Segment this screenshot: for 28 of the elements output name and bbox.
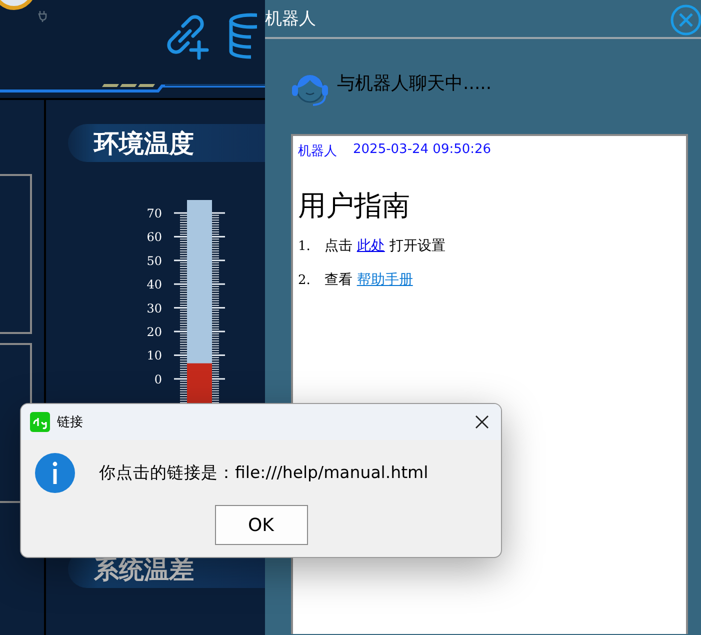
scale-label: 30 xyxy=(146,301,162,316)
text-link[interactable]: 帮助手册 xyxy=(356,272,413,288)
scale-label: 60 xyxy=(146,230,162,244)
window-title: 机器人 xyxy=(265,8,316,30)
scale-label: 70 xyxy=(146,206,162,220)
section-heading: 环境温度 xyxy=(68,124,265,162)
guide-heading: 用户指南 xyxy=(298,188,411,224)
ok-button[interactable]: OK xyxy=(214,505,308,545)
message-time: 2025-03-24 09:50:26 xyxy=(353,142,492,159)
scale-label: 20 xyxy=(146,325,162,339)
scale-label: 10 xyxy=(146,348,162,363)
info-icon xyxy=(35,453,75,493)
plug-icon xyxy=(38,10,48,22)
scale-label: 50 xyxy=(146,254,162,268)
dialog-title: 链接 xyxy=(57,414,84,431)
app-logo-icon xyxy=(30,412,50,432)
scale-label: 0 xyxy=(154,372,162,386)
scale-label: 40 xyxy=(146,278,162,292)
list-number: 1. xyxy=(298,239,310,254)
chat-status: 与机器人聊天中..... xyxy=(337,72,492,95)
list-item-text: 点击 此处 打开设置 xyxy=(324,237,446,255)
list-item-text: 查看 帮助手册 xyxy=(324,271,413,289)
list-number: 2. xyxy=(298,273,310,288)
text-link[interactable]: 此处 xyxy=(356,238,385,254)
message-sender: 机器人 xyxy=(298,143,337,160)
database-icon[interactable] xyxy=(227,12,257,60)
close-icon[interactable] xyxy=(475,415,489,429)
dialog-message: 你点击的链接是：file:///help/manual.html xyxy=(99,462,428,484)
